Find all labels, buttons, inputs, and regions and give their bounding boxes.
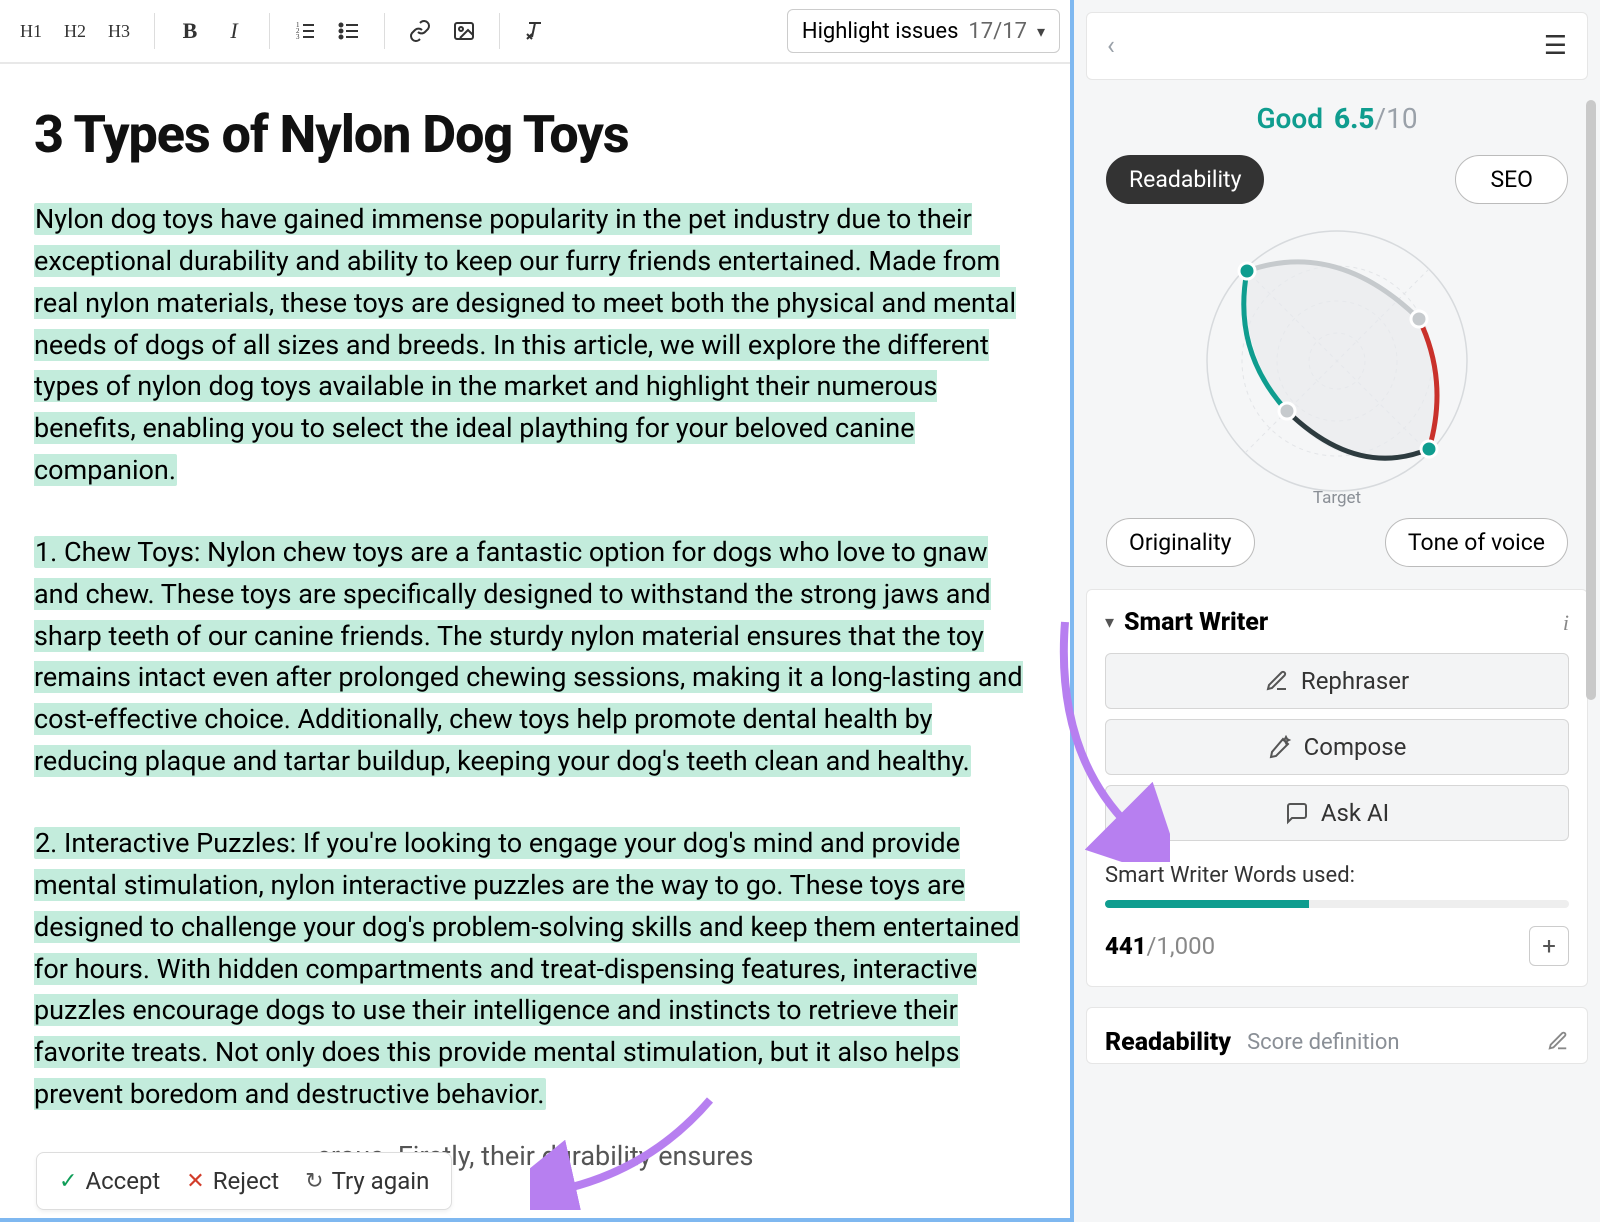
h1-button[interactable]: H1 [10,10,52,52]
clear-formatting-button[interactable] [514,10,556,52]
score-label: Good [1256,102,1323,135]
reject-button[interactable]: ✕ Reject [186,1167,279,1195]
chevron-down-icon: ▾ [1037,22,1045,41]
rephraser-button[interactable]: Rephraser [1105,653,1569,709]
pill-seo[interactable]: SEO [1455,155,1568,204]
editor-pane: H1 H2 H3 B I 123 [0,0,1074,1222]
smart-writer-words-label: Smart Writer Words used: [1105,863,1569,888]
paragraph-1[interactable]: Nylon dog toys have gained immense popul… [34,203,1016,486]
document-body[interactable]: 3 Types of Nylon Dog Toys Nylon dog toys… [0,64,1070,1218]
close-icon: ✕ [186,1169,204,1194]
readability-card: Readability Score definition [1086,1007,1588,1064]
link-button[interactable] [399,10,441,52]
accept-button[interactable]: ✓ Accept [59,1167,160,1195]
add-words-button[interactable]: + [1529,926,1569,966]
compose-button[interactable]: Compose [1105,719,1569,775]
sidebar-header: ‹ ☰ [1086,12,1588,80]
menu-button[interactable]: ☰ [1544,31,1567,61]
words-total: /1,000 [1147,932,1216,960]
pill-tone-of-voice[interactable]: Tone of voice [1385,518,1568,567]
edit-readability-icon[interactable] [1547,1030,1569,1056]
ai-action-bar: ✓ Accept ✕ Reject ↻ Try again [36,1152,452,1210]
check-icon: ✓ [59,1169,77,1194]
bullet-list-button[interactable] [328,10,370,52]
wand-icon [1268,735,1292,759]
score-value: 6.5 [1334,102,1375,135]
highlight-issues-label: Highlight issues [802,19,959,44]
svg-text:3: 3 [296,33,300,41]
paragraph-3[interactable]: 2. Interactive Puzzles: If you're lookin… [34,827,1020,1110]
italic-button[interactable]: I [213,10,255,52]
readability-title: Readability [1105,1028,1231,1057]
back-button[interactable]: ‹ [1107,31,1115,61]
words-progress-fill [1105,900,1309,908]
editor-toolbar: H1 H2 H3 B I 123 [0,0,1070,64]
sidebar: ‹ ☰ Good 6.5/10 Readability SEO Original… [1074,0,1600,1222]
paragraph-2[interactable]: 1. Chew Toys: Nylon chew toys are a fant… [34,536,1023,777]
target-label: Target [1313,488,1361,508]
rephraser-label: Rephraser [1301,667,1409,695]
radar-chart: Readability SEO Originality Tone of voic… [1094,151,1580,571]
document-title[interactable]: 3 Types of Nylon Dog Toys [34,104,1036,165]
pill-originality[interactable]: Originality [1106,518,1255,567]
words-count: 441/1,000 [1105,932,1215,960]
try-again-button[interactable]: ↻ Try again [305,1167,429,1195]
refresh-icon: ↻ [305,1169,323,1194]
scrollbar[interactable] [1586,100,1596,700]
score-outof: /10 [1375,102,1418,135]
highlight-issues-select[interactable]: Highlight issues 17/17 ▾ [787,9,1060,53]
pencil-edit-icon [1265,669,1289,693]
smart-writer-title: Smart Writer [1124,608,1553,637]
numbered-list-button[interactable]: 123 [284,10,326,52]
quality-score: Good 6.5/10 [1086,102,1588,135]
chat-icon [1285,801,1309,825]
try-again-label: Try again [332,1167,430,1195]
pill-readability[interactable]: Readability [1106,155,1264,204]
ask-ai-label: Ask AI [1321,799,1389,827]
collapse-icon[interactable]: ▾ [1105,612,1114,633]
reject-label: Reject [213,1167,279,1195]
radar-svg: Target [1187,211,1487,511]
image-button[interactable] [443,10,485,52]
ask-ai-button[interactable]: Ask AI [1105,785,1569,841]
compose-label: Compose [1304,733,1407,761]
bold-button[interactable]: B [169,10,211,52]
h2-button[interactable]: H2 [54,10,96,52]
h3-button[interactable]: H3 [98,10,140,52]
highlight-issues-count: 17/17 [968,19,1027,44]
words-progress [1105,900,1569,908]
accept-label: Accept [85,1167,160,1195]
score-definition-link[interactable]: Score definition [1247,1030,1400,1055]
smart-writer-card: ▾ Smart Writer i Rephraser Compose Ask A… [1086,589,1588,987]
info-icon[interactable]: i [1563,610,1569,636]
words-used: 441 [1105,932,1147,960]
